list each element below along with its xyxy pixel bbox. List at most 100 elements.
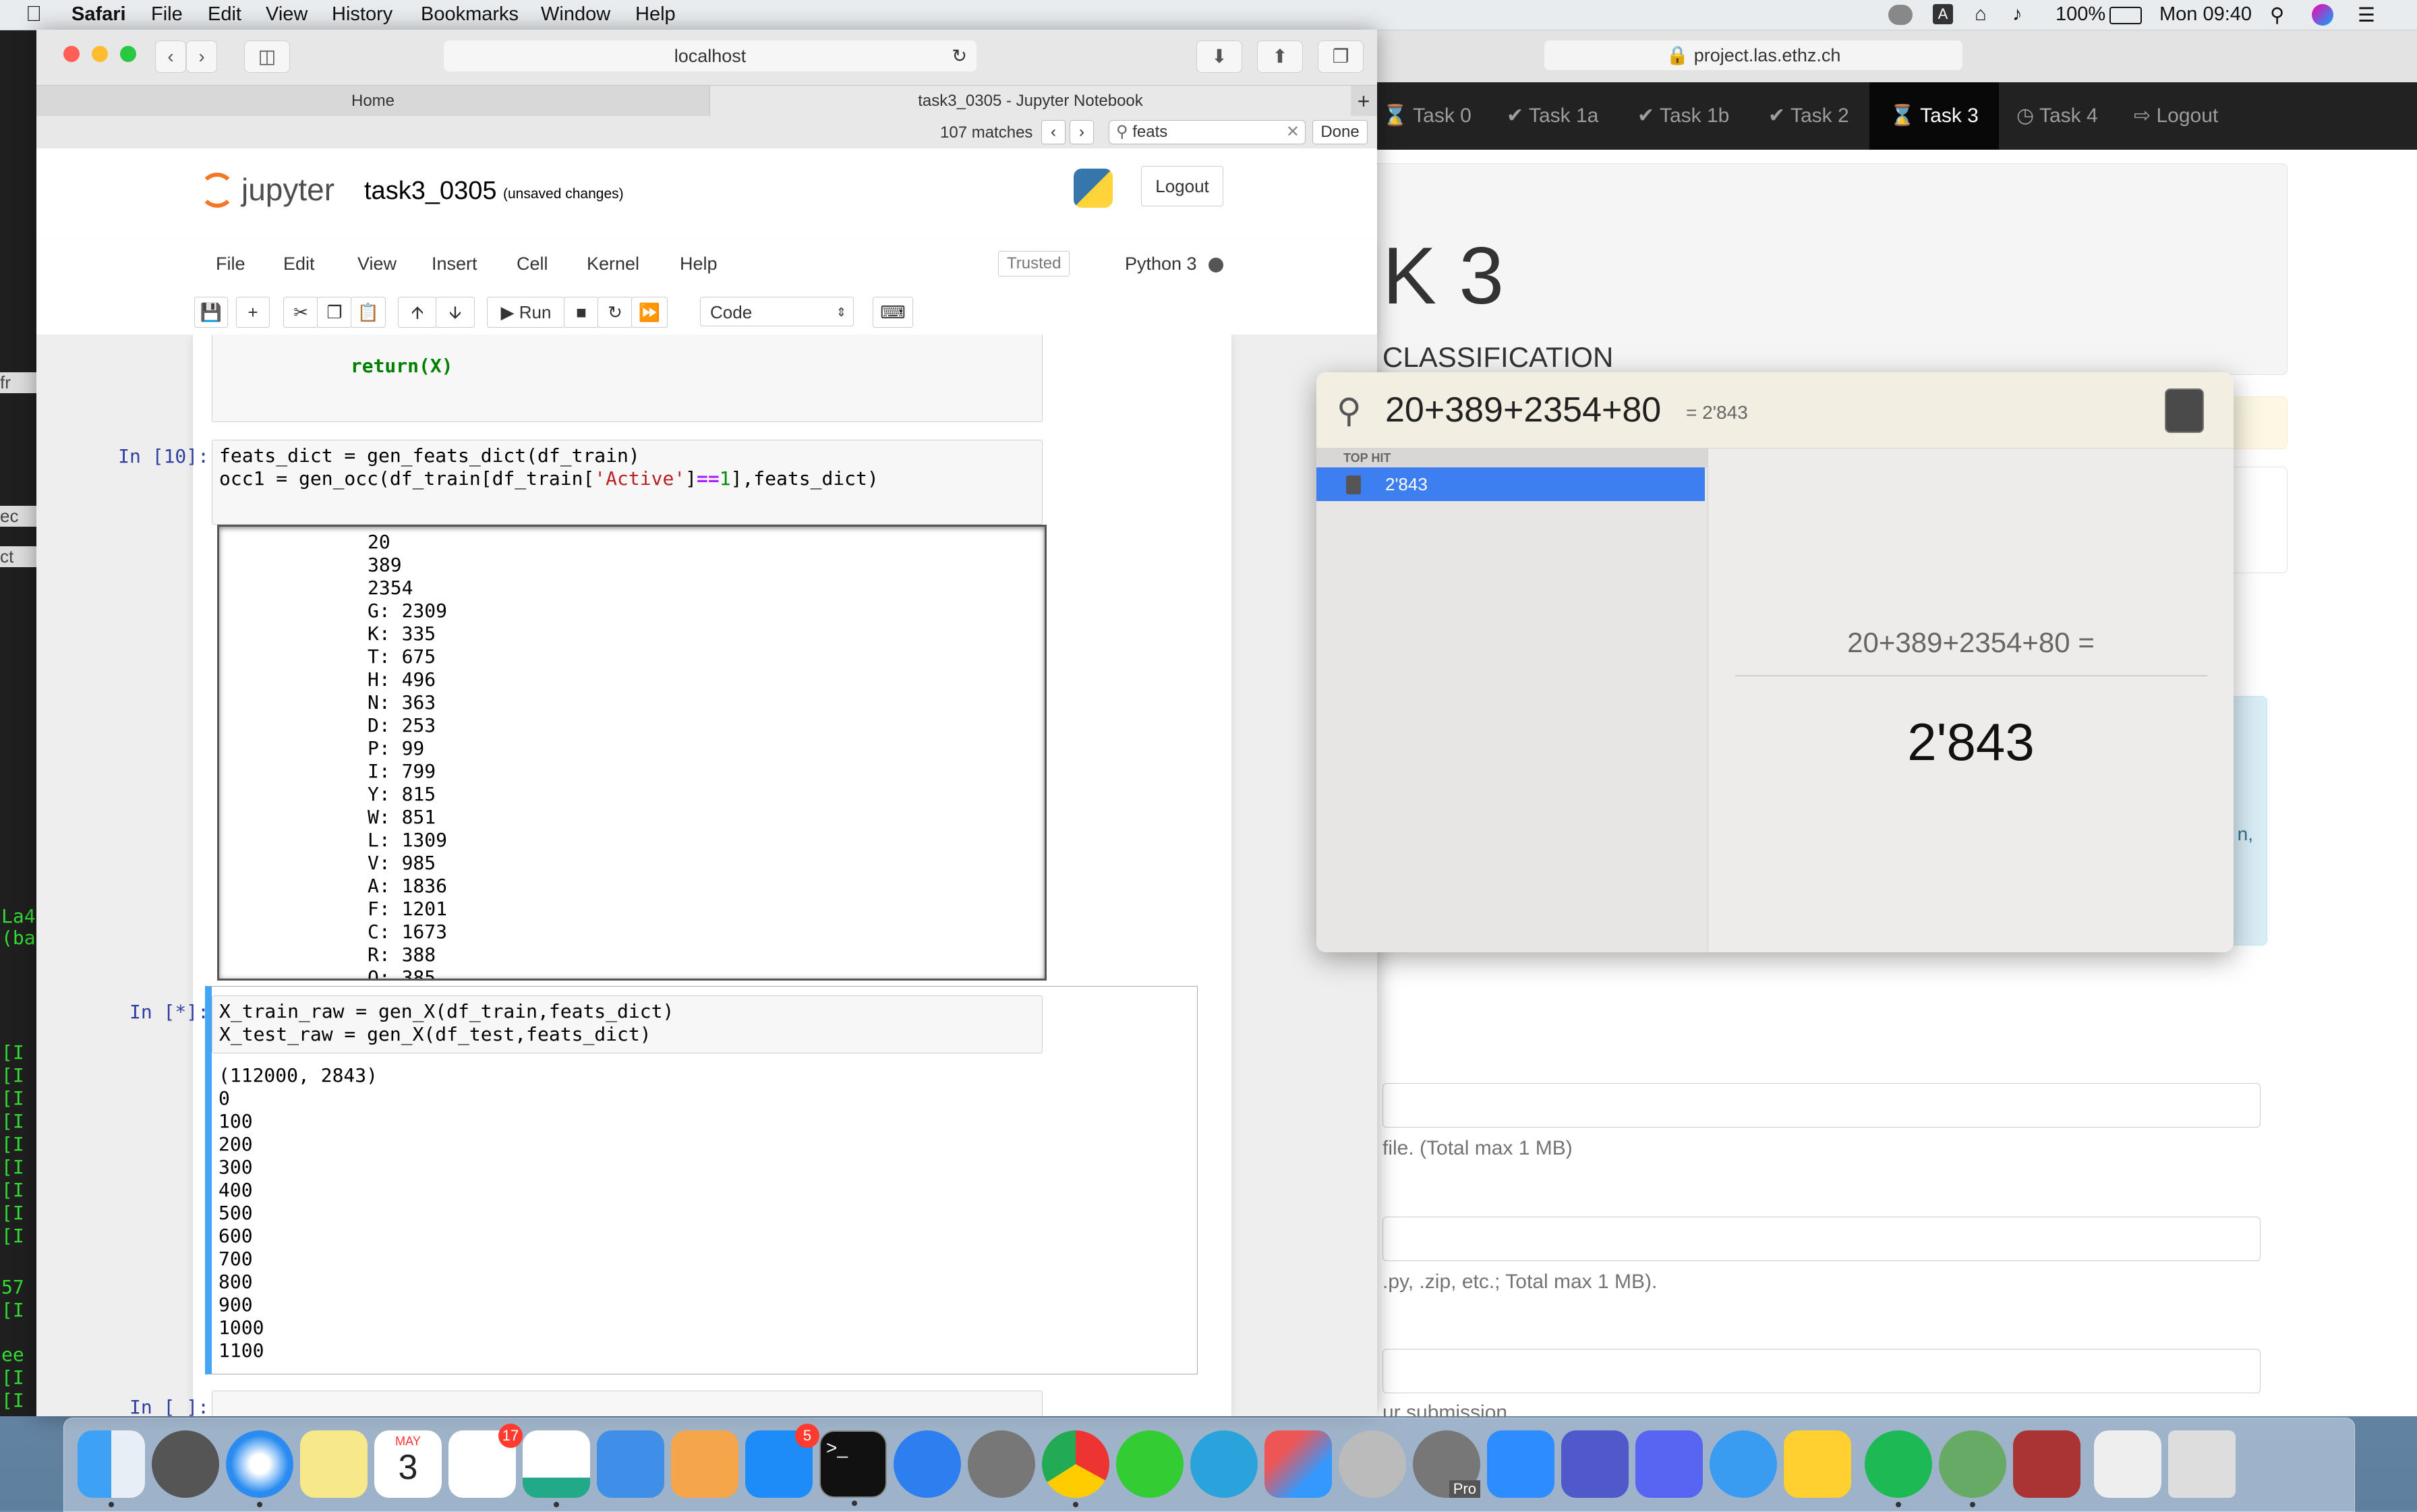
menu-history[interactable]: History — [332, 3, 392, 26]
jmenu-cell[interactable]: Cell — [517, 254, 548, 274]
keynote-icon[interactable] — [597, 1430, 664, 1498]
telegram-icon[interactable] — [1190, 1430, 1258, 1498]
find-clear-icon[interactable]: ✕ — [1286, 121, 1300, 144]
jmenu-kernel[interactable]: Kernel — [587, 254, 639, 274]
move-up-icon[interactable]: 🡩 — [398, 297, 437, 328]
jmenu-edit[interactable]: Edit — [283, 254, 315, 274]
save-icon[interactable]: 💾 — [194, 297, 228, 328]
matlab-icon[interactable] — [1264, 1430, 1332, 1498]
terminal-icon[interactable]: >_ — [819, 1430, 887, 1506]
new-tab-icon[interactable]: + — [1350, 86, 1377, 117]
cloud-upload-icon[interactable] — [894, 1430, 961, 1498]
menu-window[interactable]: Window — [541, 3, 610, 26]
copy-icon[interactable]: ❐ — [317, 297, 352, 328]
miro-icon[interactable] — [1784, 1430, 1851, 1498]
keyboard-shortcuts-icon[interactable]: ⌨ — [873, 297, 913, 328]
wifi-icon[interactable]: ⌂ — [1975, 3, 1987, 26]
code-cell-input[interactable]: feats_dict = gen_feats_dict(df_train) oc… — [212, 440, 1043, 525]
logout-button[interactable]: Logout — [1141, 166, 1223, 206]
trusted-indicator[interactable]: Trusted — [998, 251, 1070, 277]
jupyter-logo-text[interactable]: jupyter — [241, 171, 334, 208]
siri-icon[interactable] — [2312, 4, 2333, 26]
menu-app-name[interactable]: Safari — [71, 3, 126, 26]
top-hit-row[interactable]: 2'843 — [1316, 467, 1705, 501]
find-done-button[interactable]: Done — [1312, 120, 1368, 144]
chrome-icon[interactable] — [1042, 1430, 1109, 1507]
restart-icon[interactable]: ↻ — [598, 297, 633, 328]
zoom-icon[interactable] — [1487, 1430, 1554, 1498]
apple-icon[interactable]:  — [26, 1, 42, 26]
tab-home[interactable]: Home — [36, 86, 709, 117]
documents-folder-icon[interactable] — [2094, 1430, 2161, 1498]
share-icon[interactable]: ⬆ — [1257, 40, 1303, 73]
nav-task-1a[interactable]: ✔ Task 1a — [1507, 82, 1598, 150]
calendar-icon[interactable]: MAY 3 — [374, 1430, 442, 1498]
reminders-icon[interactable]: 17 — [448, 1424, 523, 1498]
back-icon[interactable]: ‹ — [155, 40, 186, 73]
jmenu-insert[interactable]: Insert — [432, 254, 477, 274]
paste-icon[interactable]: 📋 — [351, 297, 386, 328]
clock[interactable]: Mon 09:40 — [2159, 3, 2252, 26]
numbers-icon[interactable] — [523, 1430, 590, 1507]
find-previous-button[interactable]: ‹ — [1041, 120, 1066, 144]
tab-notebook[interactable]: task3_0305 - Jupyter Notebook — [709, 86, 1351, 117]
safari-icon[interactable] — [226, 1430, 293, 1507]
discord-icon[interactable] — [1635, 1430, 1703, 1498]
menu-help[interactable]: Help — [635, 3, 676, 26]
spotify-icon[interactable] — [1865, 1430, 1932, 1507]
tabs-overview-icon[interactable]: ❐ — [1318, 40, 1364, 73]
downloads-icon[interactable]: ⬇ — [1196, 40, 1242, 73]
add-cell-icon[interactable]: + — [236, 297, 270, 328]
rstudio-pro-icon[interactable]: Pro — [1413, 1430, 1480, 1498]
url-field[interactable]: 🔒 project.las.ethz.ch — [1544, 40, 1962, 70]
photo-booth-icon[interactable] — [2013, 1430, 2080, 1498]
volume-icon[interactable]: ♪ — [2012, 3, 2022, 26]
nav-task-1b[interactable]: ✔ Task 1b — [1637, 82, 1729, 150]
spotlight-query[interactable]: 20+389+2354+80 — [1385, 390, 1661, 430]
jmenu-view[interactable]: View — [357, 254, 397, 274]
battery-icon[interactable] — [2109, 7, 2142, 24]
notes-icon[interactable] — [300, 1430, 368, 1498]
battery-percent[interactable]: 100% — [2056, 3, 2105, 26]
menu-bookmarks[interactable]: Bookmarks — [421, 3, 519, 26]
run-button[interactable]: ▶ Run — [487, 297, 565, 328]
forward-icon[interactable]: › — [186, 40, 217, 73]
kernel-name[interactable]: Python 3 — [1125, 254, 1197, 274]
jmenu-help[interactable]: Help — [680, 254, 718, 274]
input-source-icon[interactable]: A — [1933, 4, 1953, 24]
pages-icon[interactable] — [671, 1430, 738, 1498]
nav-task-2[interactable]: ✔ Task 2 — [1768, 82, 1849, 150]
jupyter-logo-icon[interactable] — [200, 173, 235, 208]
cut-icon[interactable]: ✂ — [283, 297, 318, 328]
paper-plane-icon[interactable] — [1710, 1430, 1777, 1498]
menu-file[interactable]: File — [151, 3, 183, 26]
address-bar[interactable]: localhost ↻ — [444, 40, 977, 71]
jmenu-file[interactable]: File — [216, 254, 245, 274]
minimize-window-button[interactable] — [92, 46, 108, 62]
menu-view[interactable]: View — [266, 3, 308, 26]
nav-task-4[interactable]: ◷ Task 4 — [2016, 82, 2098, 150]
trash-icon[interactable] — [2168, 1430, 2236, 1498]
r-icon[interactable] — [1339, 1430, 1406, 1498]
submission-input[interactable] — [1382, 1349, 2261, 1393]
scrolled-output-area[interactable]: 20 389 2354 G: 2309 K: 335 T: 675 H: 496 N: 363… — [217, 525, 1047, 981]
spotlight-search-icon[interactable]: ⚲ — [2270, 3, 2284, 27]
zoom-window-button[interactable] — [120, 46, 136, 62]
empty-code-cell-input[interactable] — [212, 1391, 1043, 1416]
sync-status-icon[interactable] — [1888, 5, 1913, 25]
move-down-icon[interactable]: 🡫 — [436, 297, 475, 328]
code-cell-input[interactable]: X_train_raw = gen_X(df_train,feats_dict)… — [212, 995, 1043, 1053]
restart-run-all-icon[interactable]: ⏩ — [631, 297, 668, 328]
interrupt-icon[interactable]: ■ — [564, 297, 599, 328]
close-window-button[interactable] — [63, 46, 80, 62]
find-next-button[interactable]: › — [1070, 120, 1094, 144]
notebook-name[interactable]: task3_0305 — [364, 177, 497, 206]
launchpad-icon[interactable] — [152, 1430, 219, 1498]
cell-type-select[interactable]: Code ⇕ — [700, 297, 854, 326]
nav-logout[interactable]: ⇨ Logout — [2134, 82, 2218, 150]
code-file-input[interactable] — [1382, 1217, 2261, 1261]
file-input[interactable] — [1382, 1083, 2261, 1128]
nav-task-3[interactable]: ⌛ Task 3 — [1869, 82, 1999, 150]
system-preferences-icon[interactable] — [968, 1430, 1035, 1498]
code-cell-input[interactable]: return(X) — [212, 335, 1043, 422]
